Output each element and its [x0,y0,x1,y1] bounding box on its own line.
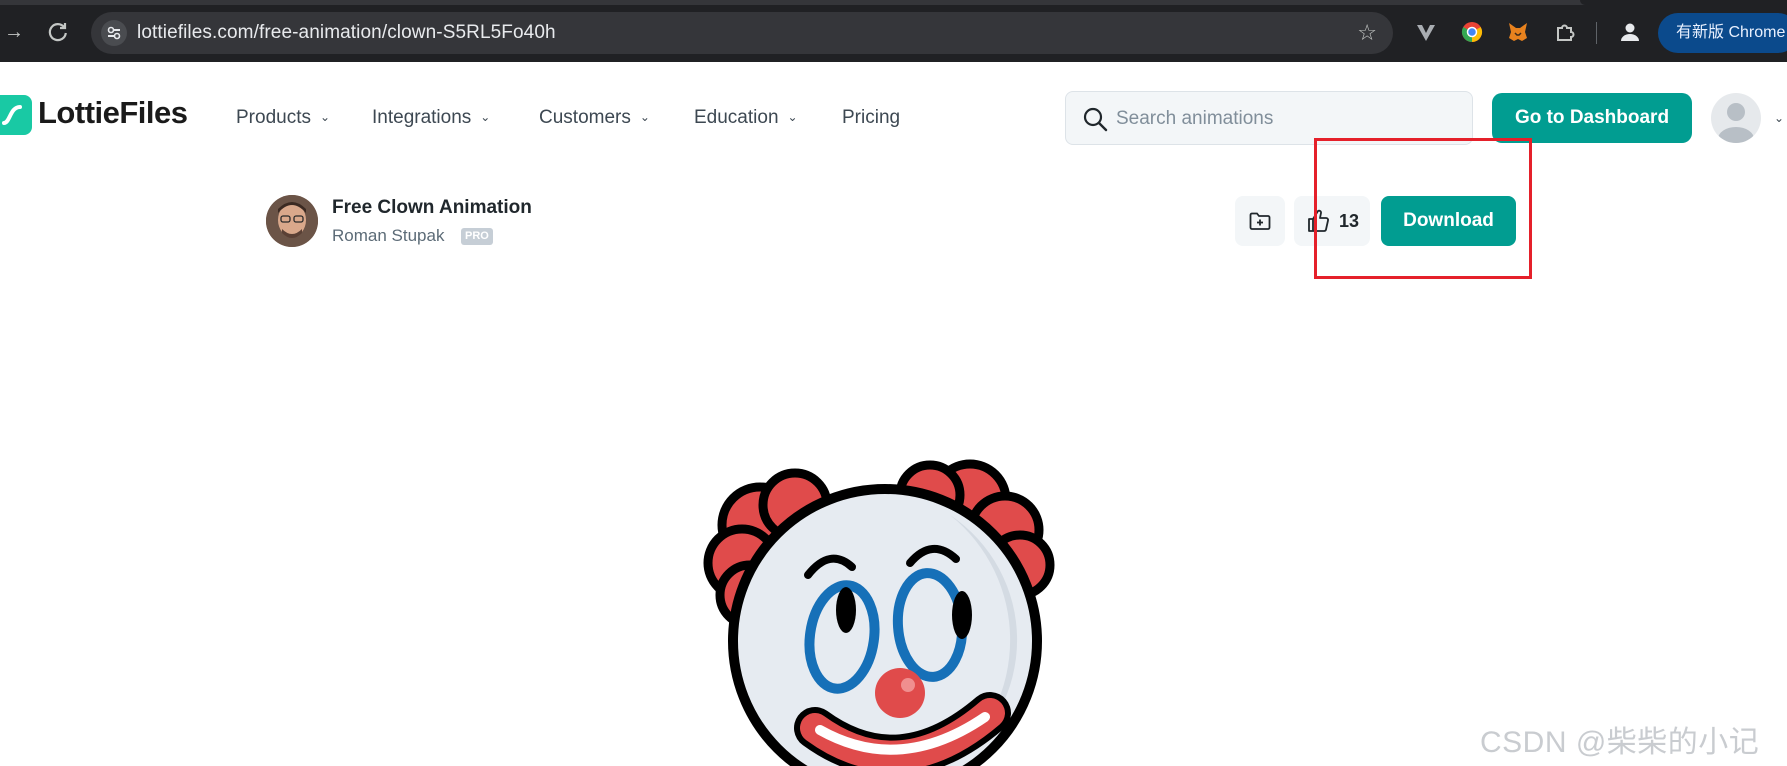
metamask-extension-icon[interactable] [1506,20,1530,44]
extensions-puzzle-icon[interactable] [1553,20,1577,44]
nav-education-label: Education [694,107,779,128]
search-input[interactable]: Search animations [1065,91,1473,145]
active-tab-edge [1580,0,1787,5]
forward-icon[interactable]: → [2,20,26,44]
nav-education[interactable]: Education ⌄ [694,107,798,129]
lottiefiles-logo-icon[interactable] [0,95,32,135]
user-avatar[interactable] [1711,93,1761,143]
nav-customers-label: Customers [539,107,631,128]
site-info-icon[interactable] [101,20,127,46]
chrome-update-button[interactable]: 有新版 Chrome [1658,13,1787,53]
vivaldi-extension-icon[interactable] [1414,20,1438,44]
chevron-down-icon: ⌄ [480,110,491,124]
nav-products[interactable]: Products ⌄ [236,107,330,129]
reload-icon[interactable] [46,20,70,44]
address-bar[interactable]: lottiefiles.com/free-animation/clown-S5R… [91,12,1393,54]
search-placeholder: Search animations [1116,108,1274,129]
chevron-down-icon[interactable]: ⌄ [1774,111,1784,125]
profile-icon[interactable] [1618,20,1642,44]
chevron-down-icon: ⌄ [787,110,798,124]
logo-text[interactable]: LottieFiles [38,95,188,131]
nav-customers[interactable]: Customers ⌄ [539,107,650,129]
clown-nose [875,668,925,718]
bookmark-star-icon[interactable]: ☆ [1357,20,1377,46]
clown-animation-preview [700,445,1070,766]
author-avatar[interactable] [266,195,318,247]
search-icon [1082,106,1108,137]
chevron-down-icon: ⌄ [319,110,331,124]
url-text[interactable]: lottiefiles.com/free-animation/clown-S5R… [137,22,556,44]
folder-plus-icon [1249,212,1271,230]
nav-products-label: Products [236,107,311,128]
pro-badge: PRO [461,228,493,245]
csdn-watermark: CSDN @柴柴的小记 [1480,726,1760,759]
author-name[interactable]: Roman Stupak [332,226,444,246]
chrome-extension-icon[interactable] [1460,20,1484,44]
nav-pricing-label: Pricing [842,107,901,128]
tab-strip [0,0,1787,5]
browser-toolbar: → lottiefiles.com/free-animation/clown-S… [0,0,1787,62]
chevron-down-icon: ⌄ [639,110,650,124]
go-to-dashboard-button[interactable]: Go to Dashboard [1492,93,1692,143]
animation-title: Free Clown Animation [332,197,532,218]
save-to-folder-button[interactable] [1235,196,1285,246]
nav-pricing[interactable]: Pricing [842,107,900,129]
nav-integrations[interactable]: Integrations ⌄ [372,107,490,129]
toolbar-divider [1596,22,1597,44]
annotation-highlight-box [1314,138,1532,279]
nav-integrations-label: Integrations [372,107,472,128]
